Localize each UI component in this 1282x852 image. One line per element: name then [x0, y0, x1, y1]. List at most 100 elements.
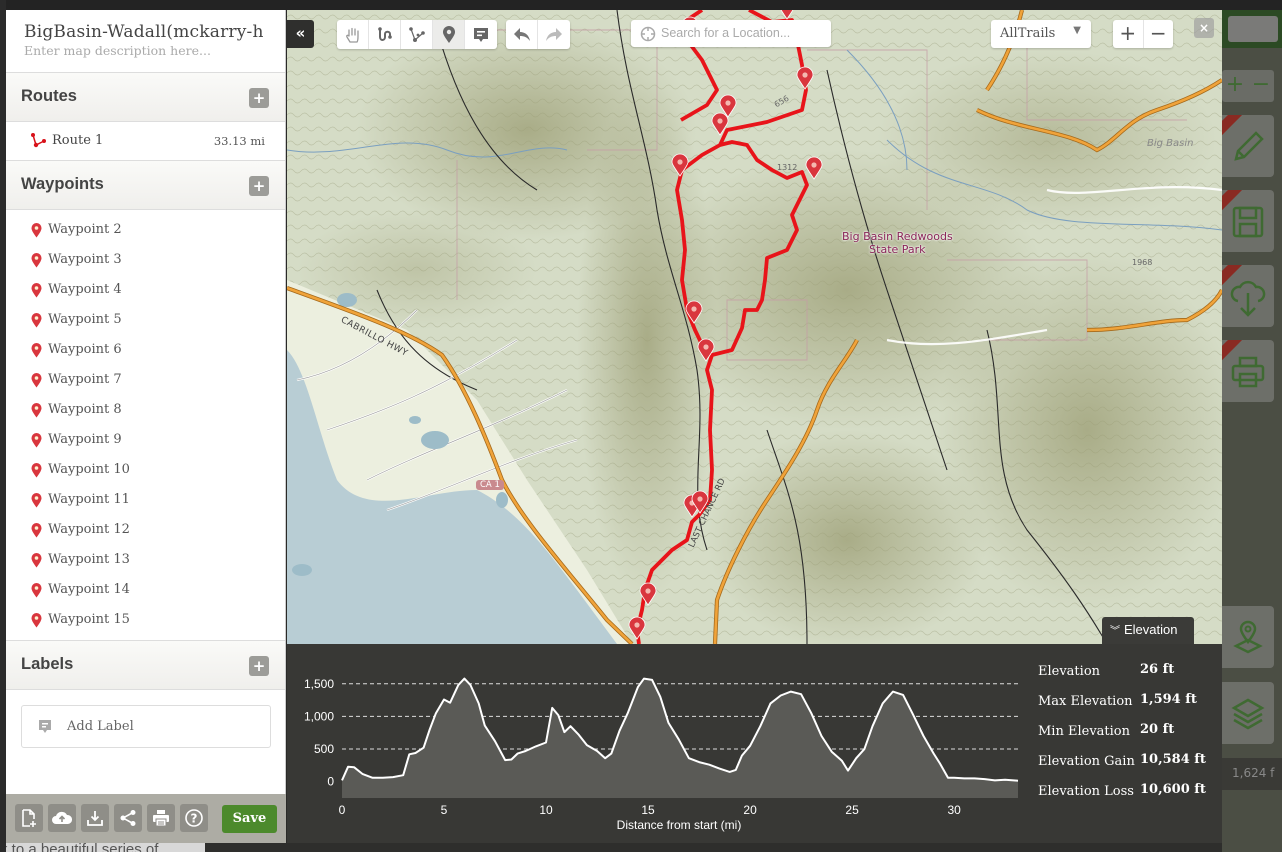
undo-button[interactable] — [506, 20, 538, 49]
location-search — [631, 20, 831, 47]
tool-label[interactable] — [465, 20, 497, 49]
redo-button[interactable] — [538, 20, 570, 49]
x-tick-label: 0 — [339, 803, 346, 817]
waypoint-item[interactable]: Waypoint 6 — [6, 336, 285, 366]
map-layer-select[interactable]: AllTrails ▼ — [991, 20, 1091, 48]
download-icon — [87, 811, 103, 826]
x-tick-label: 10 — [539, 803, 553, 817]
background-zoom-out-icon: − — [1251, 72, 1271, 97]
waypoint-name: Waypoint 10 — [48, 462, 130, 477]
zoom-controls: + − — [1113, 20, 1173, 48]
x-tick-label: 15 — [641, 803, 655, 817]
zoom-in-button[interactable]: + — [1113, 20, 1144, 48]
sidebar-toolbar: ? Save — [6, 794, 286, 843]
waypoint-item[interactable]: Waypoint 4 — [6, 276, 285, 306]
park-label-line1: Big Basin Redwoods — [842, 230, 953, 243]
waypoint-item[interactable]: Waypoint 2 — [6, 216, 285, 246]
labels-heading: Labels — [21, 655, 74, 673]
add-waypoint-button[interactable]: + — [249, 176, 269, 196]
crosshair-icon — [640, 26, 656, 42]
waypoint-item[interactable]: Waypoint 12 — [6, 516, 285, 546]
waypoint-name: Waypoint 4 — [48, 282, 122, 297]
svg-text:?: ? — [191, 812, 198, 826]
chevron-down-icon: ▼ — [1073, 25, 1081, 36]
upload-button[interactable] — [48, 804, 76, 832]
location-search-input[interactable] — [661, 24, 826, 42]
tool-pan[interactable] — [337, 20, 369, 49]
waypoint-item[interactable]: Waypoint 9 — [6, 426, 285, 456]
share-button[interactable] — [114, 804, 142, 832]
tool-waypoint[interactable] — [433, 20, 465, 49]
drawing-tools — [337, 20, 497, 49]
print-button[interactable] — [147, 804, 175, 832]
waypoint-pin-icon — [31, 373, 42, 388]
waypoint-item[interactable]: Waypoint 5 — [6, 306, 285, 336]
stat-label: Min Elevation — [1038, 724, 1130, 739]
waypoint-pin-icon — [31, 253, 42, 268]
stat-value: 10,584 ft — [1140, 752, 1206, 767]
contour-label: 1312 — [777, 163, 798, 172]
waypoint-pin-icon — [31, 403, 42, 418]
waypoint-item[interactable]: Waypoint 3 — [6, 246, 285, 276]
elevation-panel: 0 500 1,000 1,500 0 5 10 15 20 25 30 Distance fro… — [287, 644, 1222, 843]
town-label: Big Basin — [1147, 138, 1194, 149]
route-distance: 33.13 mi — [213, 134, 265, 148]
waypoint-item[interactable]: Waypoint 14 — [6, 576, 285, 606]
waypoint-pin-icon — [31, 463, 42, 478]
waypoint-item[interactable]: Waypoint 7 — [6, 366, 285, 396]
park-label-line2: State Park — [869, 243, 926, 256]
layers-icon — [1231, 698, 1265, 730]
tool-route-points[interactable] — [401, 20, 433, 49]
printer-icon — [1231, 356, 1265, 388]
waypoint-pin-icon — [31, 583, 42, 598]
waypoint-item[interactable]: Waypoint 10 — [6, 456, 285, 486]
waypoint-item[interactable]: Waypoint 8 — [6, 396, 285, 426]
map-title-input[interactable]: BigBasin-Wadall(mckarry-h — [6, 10, 285, 42]
route-item[interactable]: Route 1 33.13 mi — [6, 122, 285, 160]
background-edit-button — [1222, 115, 1274, 177]
elevation-stat-row: Min Elevation 20 ft — [1038, 722, 1218, 752]
waypoint-name: Waypoint 14 — [48, 582, 130, 597]
stat-value: 26 ft — [1140, 662, 1175, 677]
elevation-stat-row: Elevation Loss 10,600 ft — [1038, 782, 1218, 812]
elevation-toggle[interactable]: ︾ Elevation — [1102, 617, 1194, 644]
stat-label: Elevation Gain — [1038, 754, 1135, 769]
background-zoom-in-icon: + — [1225, 72, 1245, 97]
location-pin-plane-icon — [1233, 620, 1263, 654]
x-axis-label: Distance from start (mi) — [617, 818, 742, 832]
waypoint-name: Waypoint 3 — [48, 252, 122, 267]
waypoint-name: Waypoint 6 — [48, 342, 122, 357]
floppy-disk-icon — [1232, 206, 1264, 238]
waypoint-item[interactable]: Waypoint 15 — [6, 606, 285, 636]
background-layers-button — [1222, 682, 1274, 744]
collapse-sidebar-button[interactable]: « — [287, 20, 314, 48]
add-label-button[interactable]: Add Label — [21, 705, 271, 748]
zoom-out-button[interactable]: − — [1144, 20, 1174, 48]
map-layer-value: AllTrails — [1000, 26, 1056, 41]
close-button[interactable]: × — [1194, 18, 1214, 38]
waypoint-name: Waypoint 7 — [48, 372, 122, 387]
map-description-input[interactable]: Enter map description here... — [6, 42, 285, 72]
waypoint-item[interactable]: Waypoint 11 — [6, 486, 285, 516]
help-button[interactable]: ? — [180, 804, 208, 832]
save-button[interactable]: Save — [222, 805, 277, 833]
background-location-button — [1222, 606, 1274, 668]
background-print-button — [1222, 340, 1274, 402]
waypoint-item[interactable]: Waypoint 13 — [6, 546, 285, 576]
x-tick-label: 20 — [743, 803, 757, 817]
draw-route-icon — [377, 26, 392, 41]
waypoint-name: Waypoint 15 — [48, 612, 130, 627]
cloud-download-icon — [1230, 280, 1266, 317]
elevation-stat-row: Elevation Gain 10,584 ft — [1038, 752, 1218, 782]
add-label-header-button[interactable]: + — [249, 656, 269, 676]
tool-draw-route[interactable] — [369, 20, 401, 49]
waypoint-name: Waypoint 11 — [48, 492, 130, 507]
map-canvas[interactable]: Big Basin Redwoods State Park CABRILLO HW… — [287, 10, 1222, 644]
waypoint-name: Waypoint 2 — [48, 222, 122, 237]
add-route-button[interactable]: + — [249, 88, 269, 108]
waypoint-pin-icon — [442, 25, 455, 43]
new-map-button[interactable] — [15, 804, 43, 832]
waypoint-name: Waypoint 13 — [48, 552, 130, 567]
download-button[interactable] — [81, 804, 109, 832]
waypoint-name: Waypoint 9 — [48, 432, 122, 447]
